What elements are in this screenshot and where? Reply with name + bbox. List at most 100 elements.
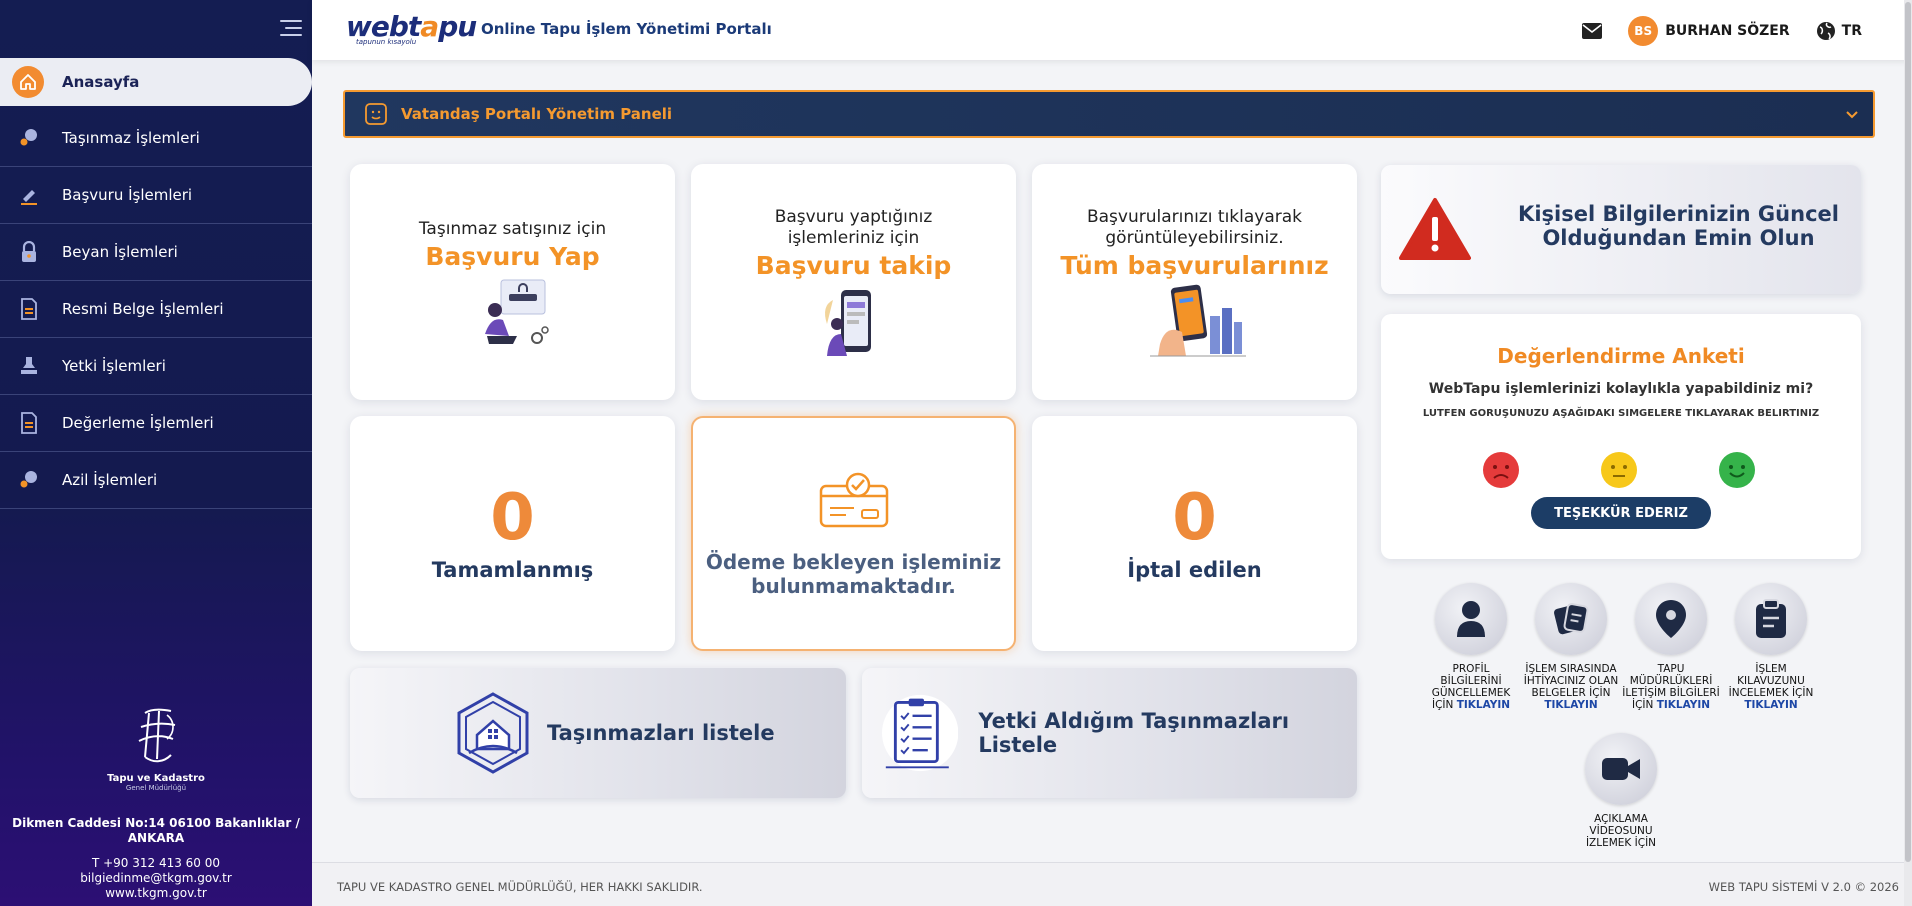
sidebar-item-beyan[interactable]: Beyan İşlemleri (0, 224, 312, 281)
apply-card[interactable]: Taşınmaz satışınız için Başvuru Yap (350, 164, 675, 400)
lock-icon (16, 239, 42, 265)
video-icon (1585, 733, 1657, 805)
sidebar-item-degerleme[interactable]: Değerleme İşlemleri (0, 395, 312, 452)
stamp-icon (16, 353, 42, 379)
menu-icon[interactable] (276, 20, 302, 42)
phone: T +90 312 413 60 00 (91, 856, 221, 870)
explanation-video-link[interactable]: AÇIKLAMA VİDEOSUNU İZLEMEK İÇİN (1571, 733, 1671, 849)
checklist-icon (882, 694, 959, 772)
sidebar-item-azil[interactable]: Azil İşlemleri (0, 452, 312, 509)
all-applications-illustration-icon (1149, 284, 1246, 357)
sad-face-icon[interactable] (1483, 452, 1519, 488)
documents-icon (1535, 583, 1607, 655)
quicklink-cta: TIKLAYIN (1544, 699, 1598, 711)
survey-card: Değerlendirme Anketi WebTapu işlemlerini… (1381, 314, 1861, 559)
all-applications-card[interactable]: Başvurularınızı tıklayarak görüntüleyebi… (1032, 164, 1357, 400)
page-scrollbar[interactable] (1904, 0, 1912, 906)
quicklink-cta: TIKLAYIN (1456, 699, 1511, 711)
language-code: TR (1841, 23, 1862, 39)
survey-faces (1381, 452, 1861, 492)
version-text: WEB TAPU SİSTEMİ V 2.0 © 2026 (1708, 880, 1899, 894)
sidebar-item-anasayfa[interactable]: Anasayfa (0, 58, 312, 106)
quicklink-cta: TIKLAYIN (1656, 699, 1711, 711)
top-right-controls: BS BURHAN SÖZER TR (1578, 16, 1862, 46)
mail-icon[interactable] (1578, 17, 1606, 45)
location-icon (1635, 583, 1707, 655)
completed-count: 0 (490, 481, 535, 555)
payment-status-text: Ödeme bekleyen işleminiz bulunmamaktadır… (705, 550, 1002, 598)
list-properties-button[interactable]: Taşınmazları listele (350, 668, 846, 798)
guide-link[interactable]: İŞLEM KILAVUZUNU İNCELEMEK İÇİN TIKLAYIN (1721, 583, 1821, 711)
tapu-offices-contact-link[interactable]: TAPU MÜDÜRLÜKLERİ İLETİŞİM BİLGİLERİ İÇİ… (1621, 583, 1721, 711)
apply-card-title: Başvuru Yap (425, 242, 600, 271)
map-pin-icon (16, 125, 42, 151)
logo-subtitle: Genel Müdürlüğü (125, 784, 187, 792)
sidebar-item-label: Taşınmaz İşlemleri (62, 129, 200, 147)
required-documents-link[interactable]: İŞLEM SIRASINDA İHTİYACINIZ OLAN BELGELE… (1521, 583, 1621, 711)
sidebar-item-label: Resmi Belge İşlemleri (62, 300, 224, 318)
quicklink-cta: TIKLAYIN (1744, 699, 1798, 711)
list-properties-label: Taşınmazları listele (547, 721, 775, 745)
payment-card-icon (819, 472, 888, 528)
house-shield-icon (457, 692, 529, 774)
chevron-down-icon[interactable] (1843, 105, 1861, 127)
profile-warning-text: Kişisel Bilgilerinizin Güncel Olduğundan… (1518, 202, 1839, 250)
sidebar-item-tasinmaz[interactable]: Taşınmaz İşlemleri (0, 110, 312, 167)
warning-icon (1399, 198, 1471, 260)
sidebar-item-label: Azil İşlemleri (62, 471, 158, 489)
apply-card-subtitle: Taşınmaz satışınız için (418, 219, 607, 239)
profile-update-link[interactable]: PROFİL BİLGİLERİNİ GÜNCELLEMEK İÇİN TIKL… (1421, 583, 1521, 711)
track-card-title: Başvuru takip (755, 251, 952, 280)
all-applications-title: Tüm başvurularınız (1060, 251, 1329, 280)
apply-illustration-icon (484, 279, 549, 344)
smile-icon (365, 103, 387, 125)
tkgm-logo: Tapu ve Kadastro Genel Müdürlüğü (0, 705, 312, 792)
profile-warning-banner[interactable]: Kişisel Bilgilerinizin Güncel Olduğundan… (1381, 165, 1861, 294)
track-card[interactable]: Başvuru yaptığınız işlemleriniz için Baş… (691, 164, 1016, 400)
sidebar-item-yetki[interactable]: Yetki İşlemleri (0, 338, 312, 395)
webtapu-logo[interactable]: webtapu tapunun kısayolu (346, 10, 477, 46)
quicklink-text: İŞLEM KILAVUZUNU İNCELEMEK İÇİN (1728, 663, 1814, 699)
list-authorized-label: Yetki Aldığım Taşınmazları Listele (978, 709, 1290, 757)
completed-card[interactable]: 0 Tamamlanmış (350, 416, 675, 651)
track-illustration-icon (824, 290, 871, 356)
survey-title: Değerlendirme Anketi (1497, 344, 1745, 368)
user-name[interactable]: BURHAN SÖZER (1665, 23, 1789, 39)
sidebar-item-resmi-belge[interactable]: Resmi Belge İşlemleri (0, 281, 312, 338)
panel-accordion[interactable]: Vatandaş Portalı Yönetim Paneli (343, 90, 1875, 138)
language-selector[interactable]: TR (1816, 21, 1862, 41)
pen-icon (16, 182, 42, 208)
panel-title: Vatandaş Portalı Yönetim Paneli (401, 105, 673, 123)
sidebar-item-basvuru[interactable]: Başvuru İşlemleri (0, 167, 312, 224)
quicklink-text: AÇIKLAMA VİDEOSUNU İZLEMEK İÇİN (1585, 813, 1657, 849)
sidebar-item-label: Anasayfa (62, 73, 140, 91)
list-authorized-properties-button[interactable]: Yetki Aldığım Taşınmazları Listele (862, 668, 1357, 798)
top-bar: webtapu tapunun kısayolu Online Tapu İşl… (312, 0, 1912, 60)
document-icon (16, 410, 42, 436)
sidebar-item-label: Değerleme İşlemleri (62, 414, 214, 432)
globe-icon (1816, 22, 1835, 40)
cancelled-card[interactable]: 0 İptal edilen (1032, 416, 1357, 651)
happy-face-icon[interactable] (1719, 452, 1755, 488)
cancelled-count: 0 (1172, 481, 1217, 555)
survey-hint: LUTFEN GORUŞUNUZU AŞAĞIDAKI SIMGELERE TI… (1422, 408, 1820, 419)
email-link[interactable]: bilgiedinme@tkgm.gov.tr (0, 871, 312, 886)
avatar[interactable]: BS (1628, 16, 1659, 46)
neutral-face-icon[interactable] (1601, 452, 1637, 488)
sidebar-nav: Anasayfa Taşınmaz İşlemleri Başvuru İşle… (0, 58, 312, 509)
cancelled-label: İptal edilen (1127, 558, 1262, 582)
document-icon (16, 296, 42, 322)
sidebar-item-label: Başvuru İşlemleri (62, 186, 193, 204)
sidebar-item-label: Beyan İşlemleri (62, 243, 178, 261)
footer: TAPU VE KADASTRO GENEL MÜDÜRLÜĞÜ, HER HA… (312, 862, 1904, 906)
tkgm-emblem-icon (138, 708, 176, 763)
thanks-button[interactable]: TEŞEKKÜR EDERIZ (1531, 497, 1711, 529)
payment-card[interactable]: Ödeme bekleyen işleminiz bulunmamaktadır… (691, 416, 1016, 651)
website-link[interactable]: www.tkgm.gov.tr (0, 886, 312, 901)
completed-label: Tamamlanmış (431, 558, 594, 582)
quicklink-text: İŞLEM SIRASINDA İHTİYACINIZ OLAN BELGELE… (1523, 663, 1619, 699)
all-applications-subtitle: Başvurularınızı tıklayarak görüntüleyebi… (1086, 207, 1303, 248)
portal-title: Online Tapu İşlem Yönetimi Portalı (481, 20, 772, 38)
logo-name: Tapu ve Kadastro (107, 773, 205, 784)
copyright-text: TAPU VE KADASTRO GENEL MÜDÜRLÜĞÜ, HER HA… (337, 880, 703, 894)
